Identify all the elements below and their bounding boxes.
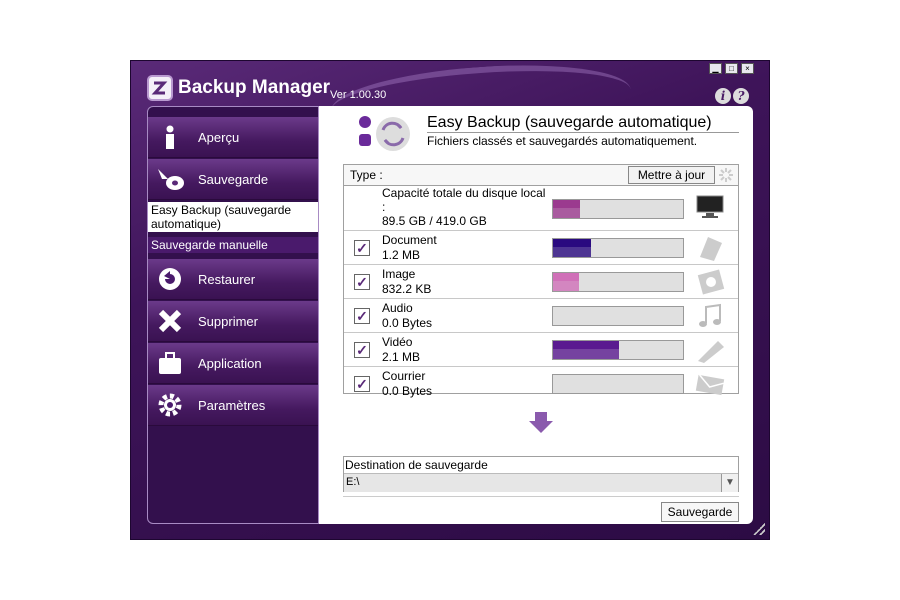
usage-bar [552,374,684,394]
row-size: 0.0 Bytes [382,316,433,330]
destination-select[interactable]: E:\ ▼ [344,473,738,492]
destination-box: Destination de sauvegarde E:\ ▼ [343,456,739,492]
gear-icon [158,393,182,417]
restore-icon [159,268,181,290]
info-icon[interactable]: i [715,88,731,104]
close-icon[interactable]: × [741,63,754,74]
sidebar-subitem-easy-backup[interactable]: Easy Backup (sauvegarde automatique) [148,202,318,232]
minimize-icon[interactable]: ▁ [709,63,722,74]
document-icon [700,237,722,261]
mail-checkbox[interactable]: ✓ [354,376,370,392]
row-size: 832.2 KB [382,282,432,296]
help-icon[interactable]: ? [733,88,749,104]
image-icon [697,269,725,295]
main-panel: Easy Backup (sauvegarde automatique) Fic… [319,106,753,524]
page-subtitle: Fichiers classés et sauvegardés automati… [427,134,698,148]
sidebar-item-label: Supprimer [198,314,258,329]
usage-bar [552,340,684,360]
sidebar-item-label: Sauvegarde [198,172,269,187]
chevron-down-icon[interactable]: ▼ [721,474,738,492]
table-row: ✓ Image 832.2 KB [344,265,738,299]
sidebar-item-supprimer[interactable]: Supprimer [148,301,318,342]
usage-bar-fill [553,341,620,359]
sidebar-item-apercu[interactable]: Aperçu [148,117,318,158]
backup-manager-logo-icon [147,75,173,101]
table-row: ✓ Courrier 0.0 Bytes [344,367,738,400]
audio-checkbox[interactable]: ✓ [354,308,370,324]
sidebar-subitem-manual-backup[interactable]: Sauvegarde manuelle [148,237,318,253]
delete-x-icon [158,309,182,333]
easy-backup-icon [359,116,410,151]
down-arrow-head [529,421,553,433]
row-name: Vidéo [382,335,413,349]
sidebar-item-sauvegarde[interactable]: Sauvegarde [148,159,318,200]
title-divider [427,132,739,133]
usage-bar [552,306,684,326]
image-checkbox[interactable]: ✓ [354,274,370,290]
capacity-label: Capacité totale du disque local [382,186,546,200]
table-row: ✓ Document 1.2 MB [344,231,738,265]
row-name: Audio [382,301,413,315]
sidebar-item-parametres[interactable]: Paramètres [148,385,318,426]
row-name: Image [382,267,416,281]
video-checkbox[interactable]: ✓ [354,342,370,358]
sidebar-item-application[interactable]: Application [148,343,318,384]
resize-grip-icon[interactable] [753,523,765,535]
table-row: ✓ Vidéo 2.1 MB [344,333,738,367]
loading-spinner-icon [719,168,733,182]
app-title: Backup Manager [178,77,331,98]
usage-bar-fill [553,239,591,257]
usage-bar [552,272,684,292]
app-window: ▁ □ × Backup Manager Ver 1.00.30 i ? Ape… [130,56,770,540]
envelope-icon [695,374,725,396]
backup-types-table: Type : Mettre à jour Capacité totale du … [343,164,739,398]
row-size: 1.2 MB [382,248,421,262]
monitor-icon [696,195,724,218]
page-title: Easy Backup (sauvegarde automatique) [427,114,712,131]
row-name: Courrier [382,369,426,383]
app-version: Ver 1.00.30 [330,89,387,101]
row-name: Document [382,233,437,247]
row-size: 2.1 MB [382,350,421,364]
sidebar: Aperçu Sauvegarde Easy Backup (sauvegard… [147,106,319,524]
type-column-header: Type : [350,168,383,182]
divider [343,496,739,497]
video-icon [698,341,724,363]
maximize-icon[interactable]: □ [725,63,738,74]
update-button[interactable]: Mettre à jour [628,166,715,184]
sidebar-item-restaurer[interactable]: Restaurer [148,259,318,300]
info-icon [166,125,174,149]
save-button[interactable]: Sauvegarde [661,502,739,522]
capacity-value: 89.5 GB / 419.0 GB [382,214,487,228]
sidebar-item-label: Application [198,356,262,371]
capacity-bar-fill [553,200,581,218]
table-header: Type : Mettre à jour [344,165,738,186]
table-row: ✓ Audio 0.0 Bytes [344,299,738,333]
usage-bar [552,238,684,258]
sidebar-item-label: Restaurer [198,272,256,287]
sidebar-item-label: Aperçu [198,130,240,145]
document-checkbox[interactable]: ✓ [354,240,370,256]
destination-value: E:\ [346,476,360,488]
capacity-colon: : [382,200,386,214]
sidebar-item-label: Paramètres [198,398,266,413]
music-note-icon [699,303,721,327]
backup-disc-icon [158,169,184,190]
capacity-row: Capacité totale du disque local : 89.5 G… [344,186,738,231]
briefcase-icon [159,352,181,374]
destination-label: Destination de sauvegarde [345,458,488,472]
capacity-bar [552,199,684,219]
usage-bar-fill [553,273,579,291]
row-size: 0.0 Bytes [382,384,433,398]
